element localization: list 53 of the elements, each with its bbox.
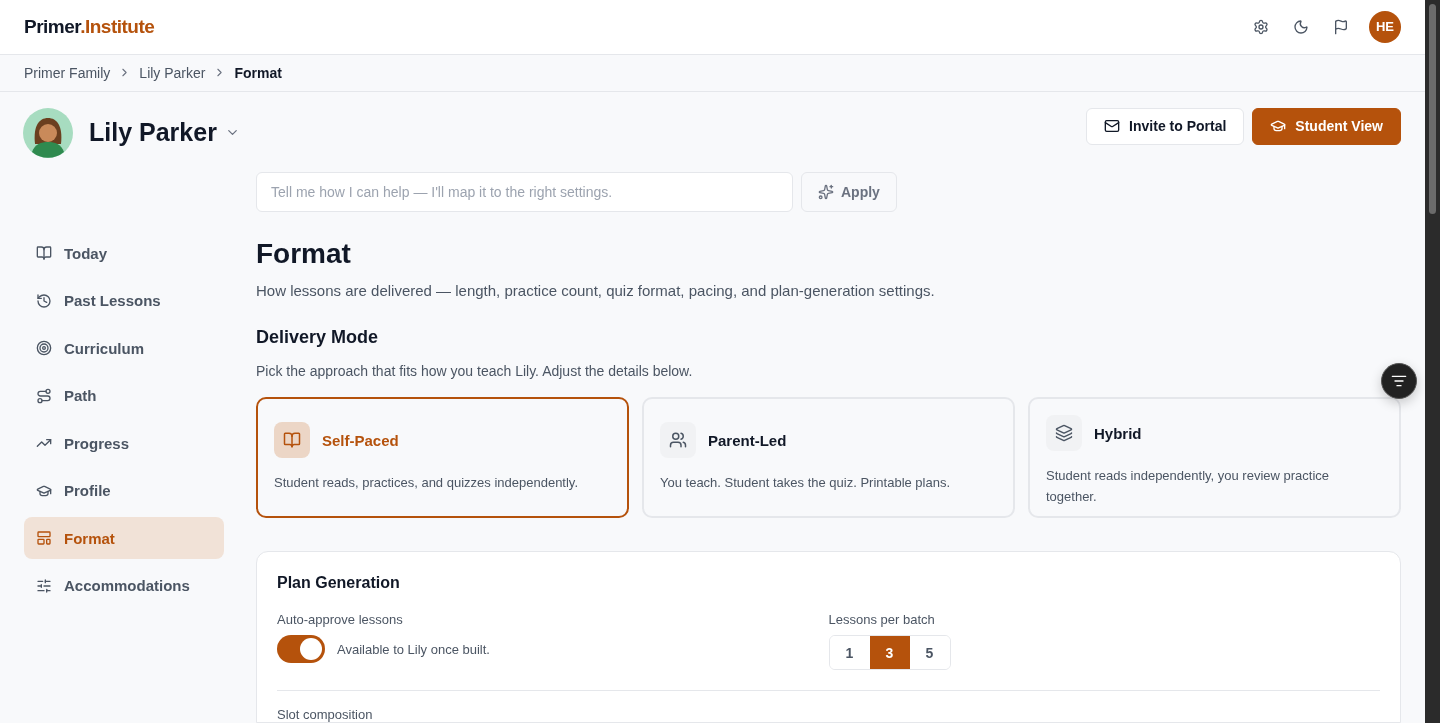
- field-label: Auto-approve lessons: [277, 612, 404, 627]
- sidebar-item[interactable]: Accommodations: [24, 564, 224, 607]
- auto-approve-toggle[interactable]: [277, 635, 325, 663]
- apply-button[interactable]: Apply: [801, 172, 897, 212]
- breadcrumb-link[interactable]: Lily Parker: [139, 64, 206, 81]
- page-description: How lessons are delivered — length, practice count, quiz format, pacing, and plan-generation settings.: [256, 282, 936, 299]
- sidebar-item[interactable]: Today: [24, 232, 224, 274]
- field-label: Slot composition: [277, 707, 374, 722]
- sliders-icon: [36, 577, 52, 594]
- layout-icon: [36, 530, 52, 546]
- logo[interactable]: Primer.Institute: [24, 15, 155, 38]
- section-subtitle: Pick the approach that fits how you teach Lily. Adjust the details below.: [256, 363, 694, 379]
- card-title: Self-Paced: [322, 431, 399, 449]
- toggle-note: Available to Lily once built.: [337, 641, 490, 657]
- sidebar-item[interactable]: Progress: [24, 422, 224, 464]
- card-title: Hybrid: [1094, 424, 1142, 442]
- sidebar-item[interactable]: Profile: [24, 469, 224, 512]
- floating-menu-button[interactable]: [1381, 363, 1417, 399]
- sidebar-item[interactable]: Path: [24, 374, 224, 417]
- breadcrumb-link[interactable]: Format: [234, 64, 282, 81]
- avatar-silhouette-icon: [23, 107, 73, 158]
- layers-icon: [1046, 415, 1082, 451]
- section-title: Delivery Mode: [256, 327, 380, 348]
- sidebar-item[interactable]: Format: [24, 517, 224, 559]
- book-icon: [274, 422, 310, 458]
- panel-title: Plan Generation: [277, 574, 401, 592]
- sparkles-icon: [818, 184, 834, 200]
- card-title: Parent-Led: [708, 431, 787, 449]
- sidebar-item[interactable]: Past Lessons: [24, 279, 224, 322]
- delivery-mode-card[interactable]: Self-Paced Student reads, practices, and quizzes independently.: [256, 397, 629, 518]
- mail-icon: [1104, 118, 1121, 135]
- page-title: Format: [256, 238, 352, 270]
- card-description: Student reads independently, you review practice together.: [1046, 467, 1331, 506]
- invite-button[interactable]: Invite to Portal: [1086, 107, 1245, 145]
- student-name: Lily Parker: [89, 118, 217, 148]
- field-label: Lessons per batch: [828, 612, 936, 627]
- delivery-mode-card[interactable]: Hybrid Student reads independently, you review practice together.: [1028, 397, 1401, 518]
- card-description: You teach. Student takes the quiz. Printable plans.: [660, 474, 952, 492]
- delivery-mode-card[interactable]: Parent-Led You teach. Student takes the quiz. Printable plans.: [642, 397, 1015, 518]
- breadcrumb-link[interactable]: Primer Family: [24, 64, 111, 81]
- student-view-button[interactable]: Student View: [1252, 107, 1401, 145]
- user-avatar[interactable]: HE: [1369, 10, 1401, 43]
- sidebar-item[interactable]: Curriculum: [24, 327, 224, 369]
- route-icon: [36, 387, 52, 404]
- scrollbar[interactable]: [1425, 0, 1440, 723]
- history-icon: [36, 292, 52, 309]
- users-icon: [660, 422, 696, 458]
- filter-list-icon: [1391, 373, 1407, 389]
- card-description: Student reads, practices, and quizzes independently.: [274, 474, 579, 492]
- book-icon: [36, 245, 52, 261]
- batch-option[interactable]: 3: [869, 636, 910, 669]
- assistant-input-field[interactable]: Tell me how I can help — I'll map it to the right settings.: [256, 172, 793, 212]
- target-icon: [36, 340, 52, 356]
